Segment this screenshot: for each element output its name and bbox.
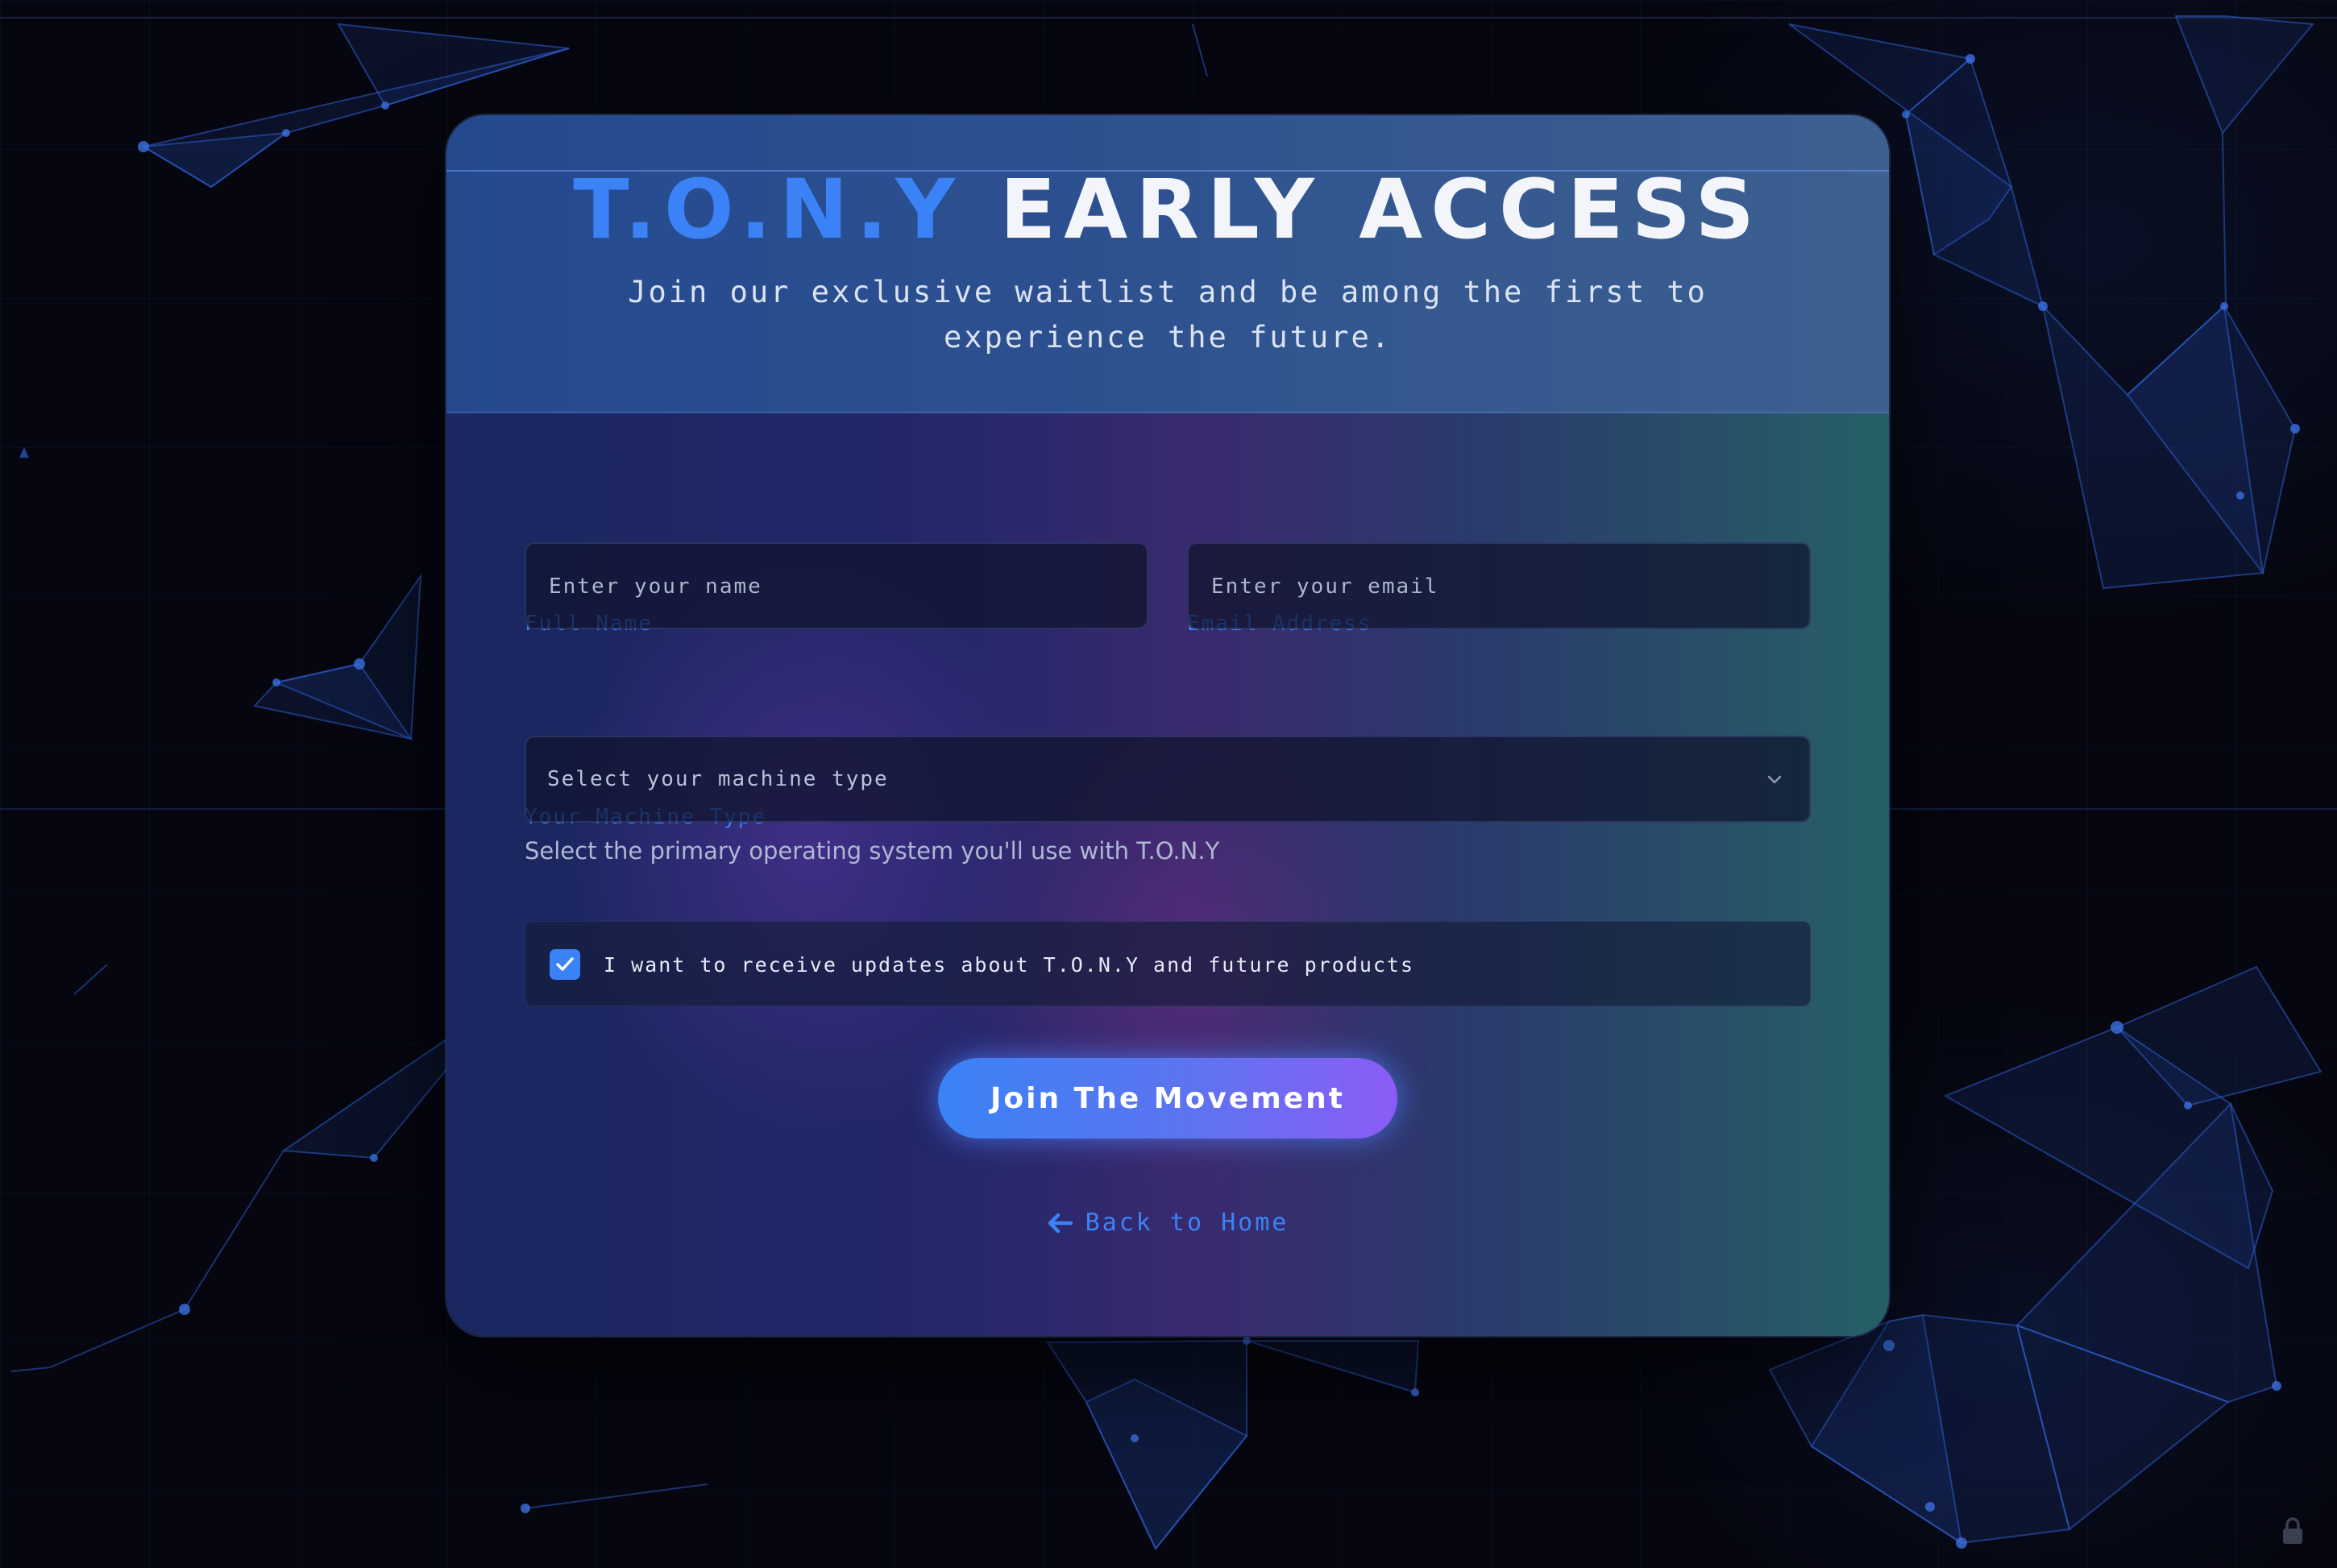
- top-divider: [0, 17, 2337, 19]
- full-name-input[interactable]: [547, 544, 1126, 629]
- machine-type-help: Select the primary operating system you'…: [525, 837, 1220, 865]
- join-button[interactable]: Join The Movement: [938, 1058, 1397, 1139]
- full-name-field: [525, 542, 1148, 629]
- lock-icon: [2283, 1517, 2302, 1544]
- machine-type-value: Select your machine type: [547, 767, 889, 791]
- page-title: T.O.N.Y EARLY ACCESS: [446, 162, 1889, 258]
- back-to-home-link[interactable]: Back to Home: [446, 1209, 1889, 1237]
- email-input[interactable]: [1210, 544, 1788, 629]
- card-header: T.O.N.Y EARLY ACCESS Join our exclusive …: [446, 115, 1889, 413]
- title-rest: EARLY ACCESS: [999, 162, 1762, 258]
- back-to-home-label: Back to Home: [1085, 1209, 1289, 1237]
- machine-type-select[interactable]: Select your machine type: [525, 736, 1811, 823]
- waitlist-card: T.O.N.Y EARLY ACCESS Join our exclusive …: [446, 115, 1889, 1336]
- email-field: [1187, 542, 1811, 629]
- updates-checkbox[interactable]: [550, 949, 580, 980]
- updates-consent[interactable]: I want to receive updates about T.O.N.Y …: [525, 921, 1811, 1006]
- page-subtitle: Join our exclusive waitlist and be among…: [628, 275, 1708, 355]
- title-brand: T.O.N.Y: [573, 162, 964, 258]
- chevron-down-icon: [1767, 775, 1782, 784]
- page: T.O.N.Y EARLY ACCESS Join our exclusive …: [0, 0, 2337, 1568]
- updates-label: I want to receive updates about T.O.N.Y …: [604, 952, 1415, 977]
- check-icon: [556, 957, 574, 971]
- arrow-left-icon: [1048, 1213, 1073, 1233]
